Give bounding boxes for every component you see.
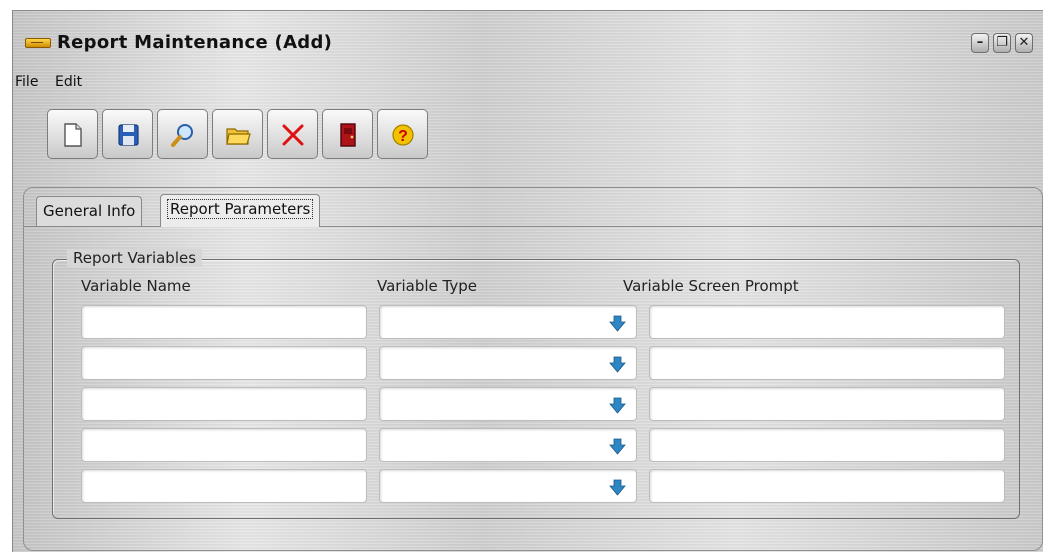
variable-screen-prompt-input[interactable] (649, 428, 1005, 462)
column-header-variable-screen-prompt: Variable Screen Prompt (623, 277, 799, 295)
close-button[interactable]: ✕ (1015, 33, 1033, 53)
tab-report-parameters[interactable]: Report Parameters (160, 194, 321, 227)
window-title: Report Maintenance (Add) (57, 32, 333, 53)
report-variables-group: Report Variables Variable Name Variable … (52, 249, 1020, 519)
tab-general-info[interactable]: General Info (36, 196, 143, 226)
variable-screen-prompt-input[interactable] (649, 387, 1005, 421)
variable-type-dropdown[interactable] (379, 469, 637, 503)
door-icon (340, 123, 356, 147)
column-header-variable-type: Variable Type (377, 277, 477, 295)
help-button[interactable]: ? (377, 109, 428, 159)
find-button[interactable] (157, 109, 208, 159)
exit-button[interactable] (322, 109, 373, 159)
dropdown-arrow-icon[interactable] (609, 438, 626, 455)
new-document-icon (64, 123, 82, 147)
variable-name-input[interactable] (81, 469, 367, 503)
tab-general-info-label: General Info (43, 202, 136, 220)
minimize-button[interactable]: – (971, 33, 989, 53)
variable-name-input[interactable] (81, 346, 367, 380)
dropdown-arrow-icon[interactable] (609, 479, 626, 496)
minimize-icon: – (976, 35, 984, 50)
magnifier-icon (171, 124, 193, 147)
svg-text:?: ? (398, 128, 408, 145)
open-button[interactable] (212, 109, 263, 159)
app-icon (25, 38, 51, 48)
variable-type-dropdown[interactable] (379, 346, 637, 380)
variable-name-input[interactable] (81, 305, 367, 339)
menu-file[interactable]: File (15, 74, 38, 90)
tab-report-parameters-label: Report Parameters (167, 199, 314, 219)
variable-screen-prompt-input[interactable] (649, 305, 1005, 339)
variable-type-dropdown[interactable] (379, 305, 637, 339)
dropdown-arrow-icon[interactable] (609, 315, 626, 332)
close-icon: ✕ (1018, 35, 1030, 50)
question-mark-icon: ? (392, 124, 414, 146)
new-button[interactable] (47, 109, 98, 159)
delete-button[interactable] (267, 109, 318, 159)
variable-name-input[interactable] (81, 428, 367, 462)
dropdown-arrow-icon[interactable] (609, 397, 626, 414)
menu-bar: File Edit (13, 67, 1043, 97)
red-x-icon (282, 124, 304, 146)
restore-button[interactable]: ❐ (993, 33, 1011, 53)
group-legend: Report Variables (67, 249, 203, 267)
folder-icon (226, 128, 251, 145)
report-maintenance-window: Report Maintenance (Add) – ❐ ✕ File Edit (12, 10, 1043, 552)
tab-panel: General Info Report Parameters Report Va… (23, 187, 1043, 551)
variable-screen-prompt-input[interactable] (649, 346, 1005, 380)
menu-edit[interactable]: Edit (55, 74, 82, 90)
variable-type-dropdown[interactable] (379, 387, 637, 421)
floppy-disk-icon (118, 124, 139, 146)
column-header-variable-name: Variable Name (81, 277, 191, 295)
save-button[interactable] (102, 109, 153, 159)
title-bar[interactable]: Report Maintenance (Add) – ❐ ✕ (13, 11, 1043, 67)
variable-name-input[interactable] (81, 387, 367, 421)
variable-type-dropdown[interactable] (379, 428, 637, 462)
variable-screen-prompt-input[interactable] (649, 469, 1005, 503)
toolbar: ? (27, 109, 1043, 159)
dropdown-arrow-icon[interactable] (609, 356, 626, 373)
restore-icon: ❐ (996, 35, 1008, 50)
